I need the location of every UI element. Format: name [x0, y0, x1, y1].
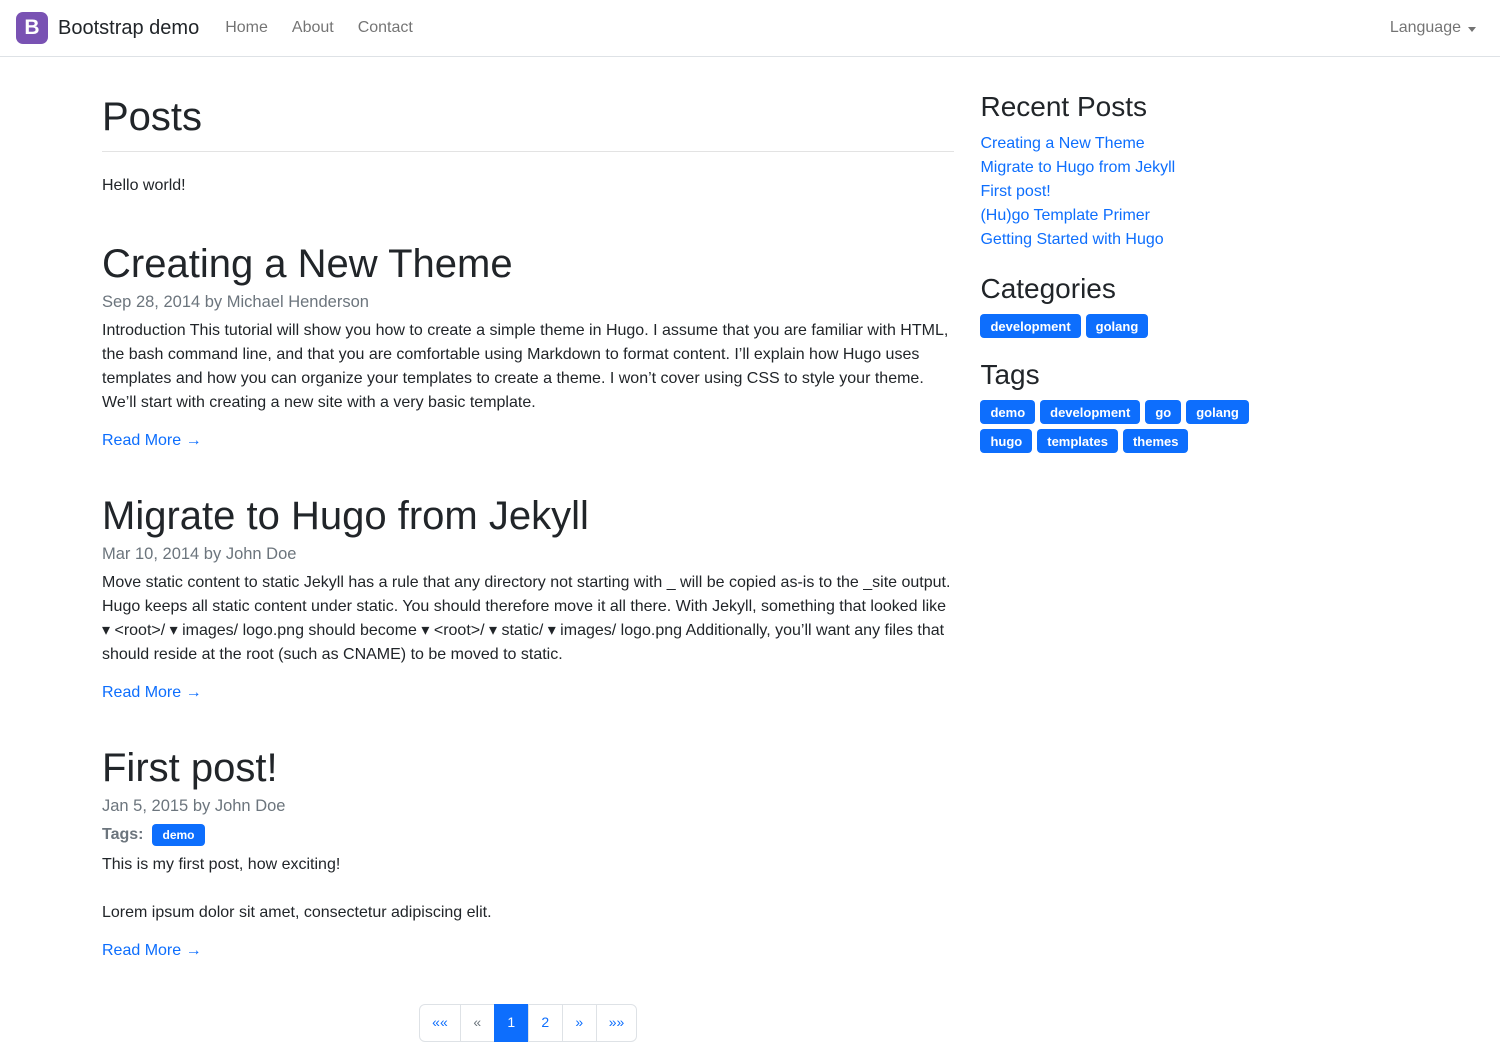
recent-post-link[interactable]: Getting Started with Hugo	[980, 228, 1398, 252]
nav-link-about[interactable]: About	[284, 11, 342, 45]
tag-badge[interactable]: go	[1145, 400, 1181, 424]
tag-badge[interactable]: hugo	[980, 429, 1032, 453]
page-item: «	[460, 1004, 495, 1042]
brand-link[interactable]: B Bootstrap demo	[16, 12, 199, 44]
page-link[interactable]: »	[562, 1004, 597, 1042]
post-excerpt: This is my first post, how exciting!	[102, 853, 954, 877]
category-badge[interactable]: golang	[1086, 314, 1149, 338]
caret-down-icon	[1468, 27, 1476, 32]
tags-title: Tags	[980, 359, 1398, 391]
read-more-link[interactable]: Read More →	[102, 684, 202, 702]
page-item: 1	[494, 1004, 529, 1042]
post-meta: Sep 28, 2014 by Michael Henderson	[102, 293, 954, 312]
read-more-link[interactable]: Read More →	[102, 432, 202, 450]
language-label: Language	[1390, 19, 1461, 37]
sidebar: Recent Posts Creating a New ThemeMigrate…	[966, 83, 1410, 1042]
post-tags-label: Tags:	[102, 826, 143, 844]
navbar: B Bootstrap demo HomeAboutContact Langua…	[0, 0, 1500, 57]
post-meta: Jan 5, 2015 by John Doe	[102, 797, 954, 816]
main-column: Posts Hello world! Creating a New Theme S…	[90, 83, 966, 1042]
nav-links: HomeAboutContact	[213, 11, 425, 45]
page-item: »»	[596, 1004, 638, 1042]
post-tags-line: Tags: demo	[102, 824, 954, 846]
nav-link-home[interactable]: Home	[217, 11, 276, 45]
post: First post! Jan 5, 2015 by John Doe Tags: d…	[102, 744, 954, 960]
tag-badge[interactable]: demo	[980, 400, 1035, 424]
post: Migrate to Hugo from Jekyll Mar 10, 2014 …	[102, 492, 954, 702]
page-link: «	[460, 1004, 495, 1042]
brand-label: Bootstrap demo	[58, 17, 199, 40]
post-title: Creating a New Theme	[102, 240, 954, 288]
intro-text: Hello world!	[102, 174, 954, 198]
tag-badge[interactable]: themes	[1123, 429, 1189, 453]
post-excerpt: Introduction This tutorial will show you…	[102, 319, 954, 415]
page-title: Posts	[102, 93, 954, 141]
tag-badge[interactable]: development	[1040, 400, 1140, 424]
category-badge-list: developmentgolang	[980, 314, 1280, 338]
post-meta: Mar 10, 2014 by John Doe	[102, 545, 954, 564]
title-divider	[102, 151, 954, 152]
recent-posts-title: Recent Posts	[980, 91, 1398, 123]
post-title: Migrate to Hugo from Jekyll	[102, 492, 954, 540]
page-link[interactable]: 2	[528, 1004, 563, 1042]
read-more-link[interactable]: Read More →	[102, 942, 202, 960]
tag-badge[interactable]: templates	[1037, 429, 1118, 453]
page-item: ««	[419, 1004, 461, 1042]
recent-post-link[interactable]: (Hu)go Template Primer	[980, 204, 1398, 228]
post-tag-badge[interactable]: demo	[152, 824, 204, 846]
recent-posts-list: Creating a New ThemeMigrate to Hugo from…	[980, 132, 1398, 252]
page-item: 2	[528, 1004, 563, 1042]
category-badge[interactable]: development	[980, 314, 1080, 338]
post-excerpt: Move static content to static Jekyll has…	[102, 571, 954, 667]
navbar-left: B Bootstrap demo HomeAboutContact	[16, 11, 425, 45]
pagination-wrap: «««12»»»	[102, 960, 954, 1042]
bootstrap-logo-icon: B	[16, 12, 48, 44]
post: Creating a New Theme Sep 28, 2014 by Mich…	[102, 240, 954, 450]
post-list: Creating a New Theme Sep 28, 2014 by Mich…	[102, 240, 954, 960]
tag-badge-list: demodevelopmentgogolang hugotemplatesthem…	[980, 400, 1280, 453]
nav-link-contact[interactable]: Contact	[350, 11, 421, 45]
recent-post-link[interactable]: First post!	[980, 180, 1398, 204]
page-item: »	[562, 1004, 597, 1042]
tag-badge[interactable]: golang	[1186, 400, 1249, 424]
page-link[interactable]: 1	[494, 1004, 529, 1042]
page-link[interactable]: ««	[419, 1004, 461, 1042]
language-dropdown[interactable]: Language	[1390, 19, 1476, 37]
post-title: First post!	[102, 744, 954, 792]
post-excerpt: Lorem ipsum dolor sit amet, consectetur …	[102, 901, 954, 925]
recent-post-link[interactable]: Migrate to Hugo from Jekyll	[980, 156, 1398, 180]
pagination: «««12»»»	[419, 1004, 637, 1042]
recent-post-link[interactable]: Creating a New Theme	[980, 132, 1398, 156]
page-container: Posts Hello world! Creating a New Theme S…	[90, 57, 1410, 1042]
categories-title: Categories	[980, 273, 1398, 305]
page-link[interactable]: »»	[596, 1004, 638, 1042]
